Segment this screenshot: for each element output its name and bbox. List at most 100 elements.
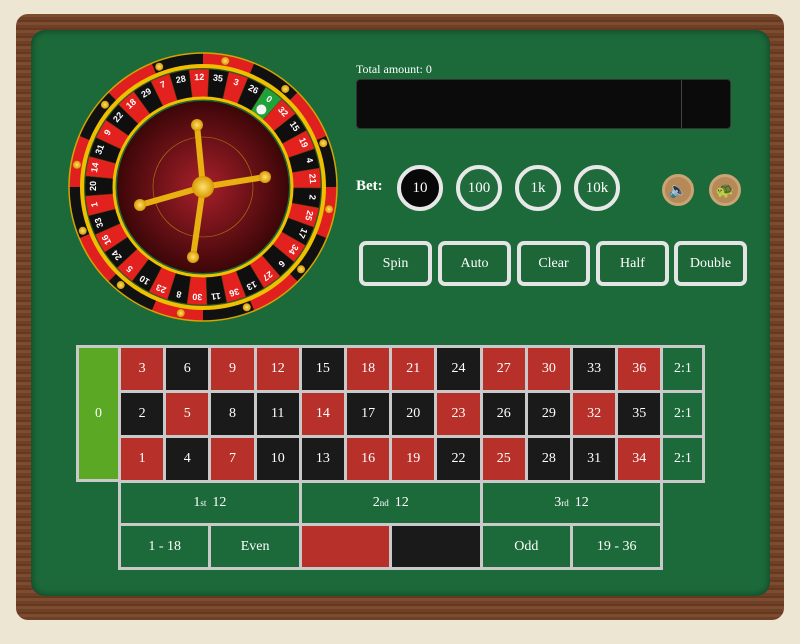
- total-amount: Total amount: 0: [356, 62, 432, 76]
- turret-knob: [191, 119, 203, 131]
- cell-label: 2:1: [673, 406, 692, 421]
- wheel-number: 14: [89, 162, 101, 174]
- rim-stud: [155, 62, 164, 71]
- bet-number-26[interactable]: 26: [479, 390, 528, 438]
- half-button[interactable]: Half: [596, 241, 669, 286]
- bet-number-5[interactable]: 5: [163, 390, 212, 438]
- bet-number-30[interactable]: 30: [524, 345, 573, 393]
- bet-high[interactable]: 19 - 36: [570, 523, 664, 570]
- bet-low[interactable]: 1 - 18: [118, 523, 212, 570]
- double-button[interactable]: Double: [674, 241, 747, 286]
- bet-number-29[interactable]: 29: [524, 390, 573, 438]
- chip-10[interactable]: 10: [397, 165, 443, 211]
- bet-dozen-2[interactable]: 2nd 12: [298, 480, 483, 526]
- bet-number-25[interactable]: 25: [479, 435, 528, 483]
- dozen-suffix: st: [200, 498, 207, 508]
- bet-number-20[interactable]: 20: [389, 390, 438, 438]
- bet-number-13[interactable]: 13: [298, 435, 347, 483]
- cell-label: 10: [270, 451, 285, 466]
- cell-label: 1: [138, 451, 146, 466]
- bet-number-35[interactable]: 35: [615, 390, 664, 438]
- bet-column-3[interactable]: 2:1: [660, 435, 706, 483]
- bet-even[interactable]: Even: [208, 523, 302, 570]
- bet-number-4[interactable]: 4: [163, 435, 212, 483]
- cell-label: 2:1: [673, 451, 692, 466]
- cell-label: 6: [183, 361, 191, 376]
- cell-label: 4: [183, 451, 191, 466]
- bet-number-10[interactable]: 10: [253, 435, 302, 483]
- turret-knob: [134, 199, 146, 211]
- bet-dozen-3[interactable]: 3rd 12: [479, 480, 664, 526]
- rim-stud: [281, 84, 290, 93]
- auto-button[interactable]: Auto: [438, 241, 511, 286]
- rim-stud: [116, 281, 125, 290]
- bet-number-3[interactable]: 3: [118, 345, 167, 393]
- bet-number-28[interactable]: 28: [524, 435, 573, 483]
- bet-number-7[interactable]: 7: [208, 435, 257, 483]
- bet-number-22[interactable]: 22: [434, 435, 483, 483]
- bet-number-12[interactable]: 12: [253, 345, 302, 393]
- bet-dozen-1[interactable]: 1st 12: [118, 480, 302, 526]
- bet-number-1[interactable]: 1: [118, 435, 167, 483]
- clear-button[interactable]: Clear: [517, 241, 590, 286]
- cell-label: 34: [632, 451, 647, 466]
- cell-label: 3: [138, 361, 146, 376]
- wheel-number: 28: [175, 73, 187, 85]
- rim-stud: [297, 265, 306, 274]
- bet-number-14[interactable]: 14: [298, 390, 347, 438]
- bet-zero[interactable]: 0: [76, 345, 121, 482]
- bet-column-2[interactable]: 2:1: [660, 390, 706, 438]
- spin-button[interactable]: Spin: [359, 241, 432, 286]
- bet-number-34[interactable]: 34: [615, 435, 664, 483]
- wheel-number: 20: [88, 181, 98, 191]
- bet-number-11[interactable]: 11: [253, 390, 302, 438]
- bet-number-16[interactable]: 16: [344, 435, 393, 483]
- cell-label: 5: [183, 406, 191, 421]
- bet-number-15[interactable]: 15: [298, 345, 347, 393]
- chip-1k[interactable]: 1k: [515, 165, 561, 211]
- bet-number-33[interactable]: 33: [570, 345, 619, 393]
- bet-black[interactable]: [389, 523, 483, 570]
- bet-red[interactable]: [298, 523, 393, 570]
- turret-knob: [259, 171, 271, 183]
- rim-stud: [242, 303, 251, 312]
- turtle-icon[interactable]: 🐢: [709, 174, 741, 206]
- cell-label: 2:1: [673, 361, 692, 376]
- cell-label: 0: [95, 405, 102, 421]
- cell-label: 9: [228, 361, 236, 376]
- bet-number-27[interactable]: 27: [479, 345, 528, 393]
- dozen-label: 12: [212, 495, 227, 510]
- cell-label: 17: [361, 406, 376, 421]
- bet-number-9[interactable]: 9: [208, 345, 257, 393]
- bet-number-24[interactable]: 24: [434, 345, 483, 393]
- cell-label: 28: [541, 451, 556, 466]
- wheel-number: 11: [211, 291, 222, 302]
- bet-number-36[interactable]: 36: [615, 345, 664, 393]
- chip-10k[interactable]: 10k: [574, 165, 620, 211]
- bet-column-1[interactable]: 2:1: [660, 345, 706, 393]
- bet-number-6[interactable]: 6: [163, 345, 212, 393]
- speaker-icon[interactable]: 🔈: [662, 174, 694, 206]
- bet-number-18[interactable]: 18: [344, 345, 393, 393]
- bet-odd[interactable]: Odd: [479, 523, 573, 570]
- cell-label: 23: [451, 406, 466, 421]
- rim-stud: [319, 139, 328, 148]
- cell-label: 24: [451, 361, 466, 376]
- cell-label: 31: [587, 451, 602, 466]
- bet-number-8[interactable]: 8: [208, 390, 257, 438]
- chip-100[interactable]: 100: [456, 165, 502, 211]
- bet-number-31[interactable]: 31: [570, 435, 619, 483]
- bet-number-21[interactable]: 21: [389, 345, 438, 393]
- bet-number-19[interactable]: 19: [389, 435, 438, 483]
- wheel-number: 12: [194, 72, 204, 82]
- bet-number-17[interactable]: 17: [344, 390, 393, 438]
- cell-label: 19 - 36: [596, 538, 637, 554]
- dozen-number: 2: [372, 495, 380, 510]
- cell-label: 12: [270, 361, 285, 376]
- rim-stud: [72, 160, 81, 169]
- bet-number-32[interactable]: 32: [570, 390, 619, 438]
- bet-number-23[interactable]: 23: [434, 390, 483, 438]
- cell-label: 20: [406, 406, 421, 421]
- bet-number-2[interactable]: 2: [118, 390, 167, 438]
- cell-label: 16: [361, 451, 376, 466]
